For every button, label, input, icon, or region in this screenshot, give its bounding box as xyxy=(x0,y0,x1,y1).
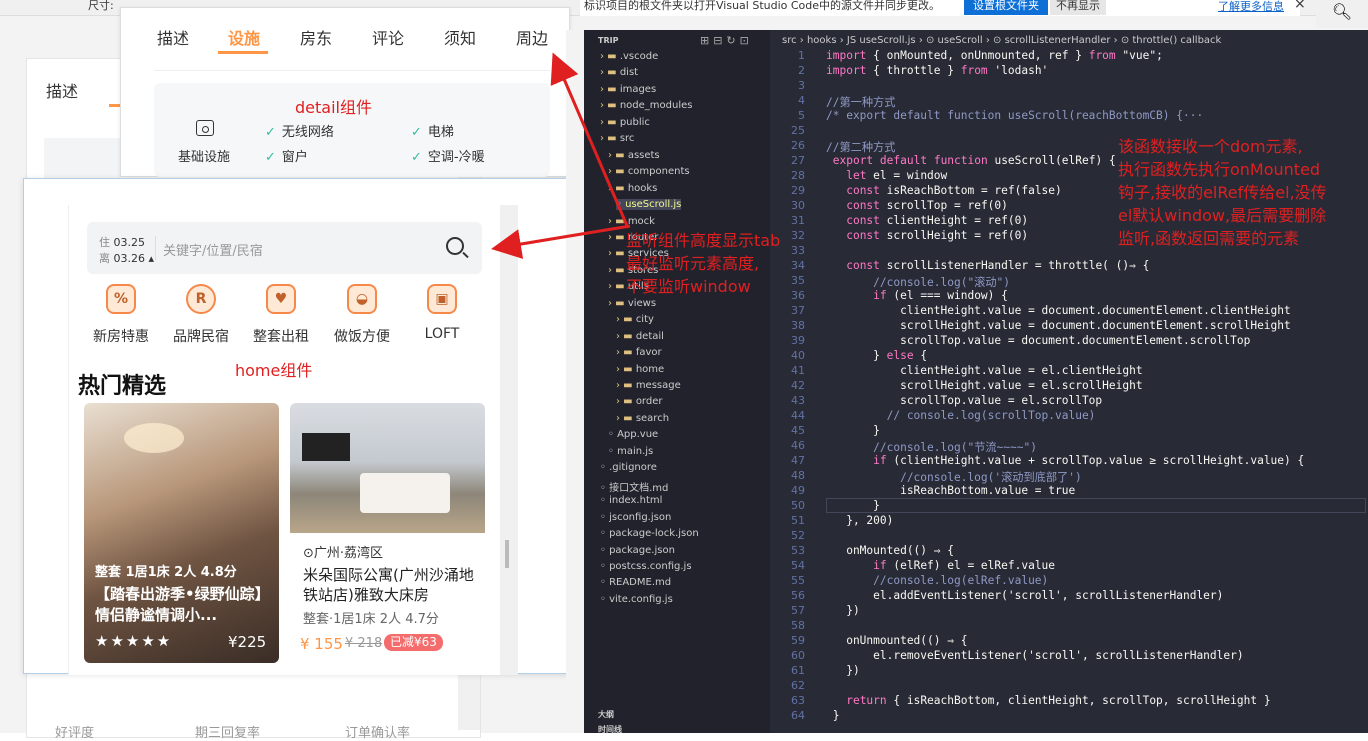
arrow-to-home xyxy=(491,224,631,259)
arrow-to-detail xyxy=(550,52,630,229)
arrows-overlay xyxy=(491,52,631,259)
